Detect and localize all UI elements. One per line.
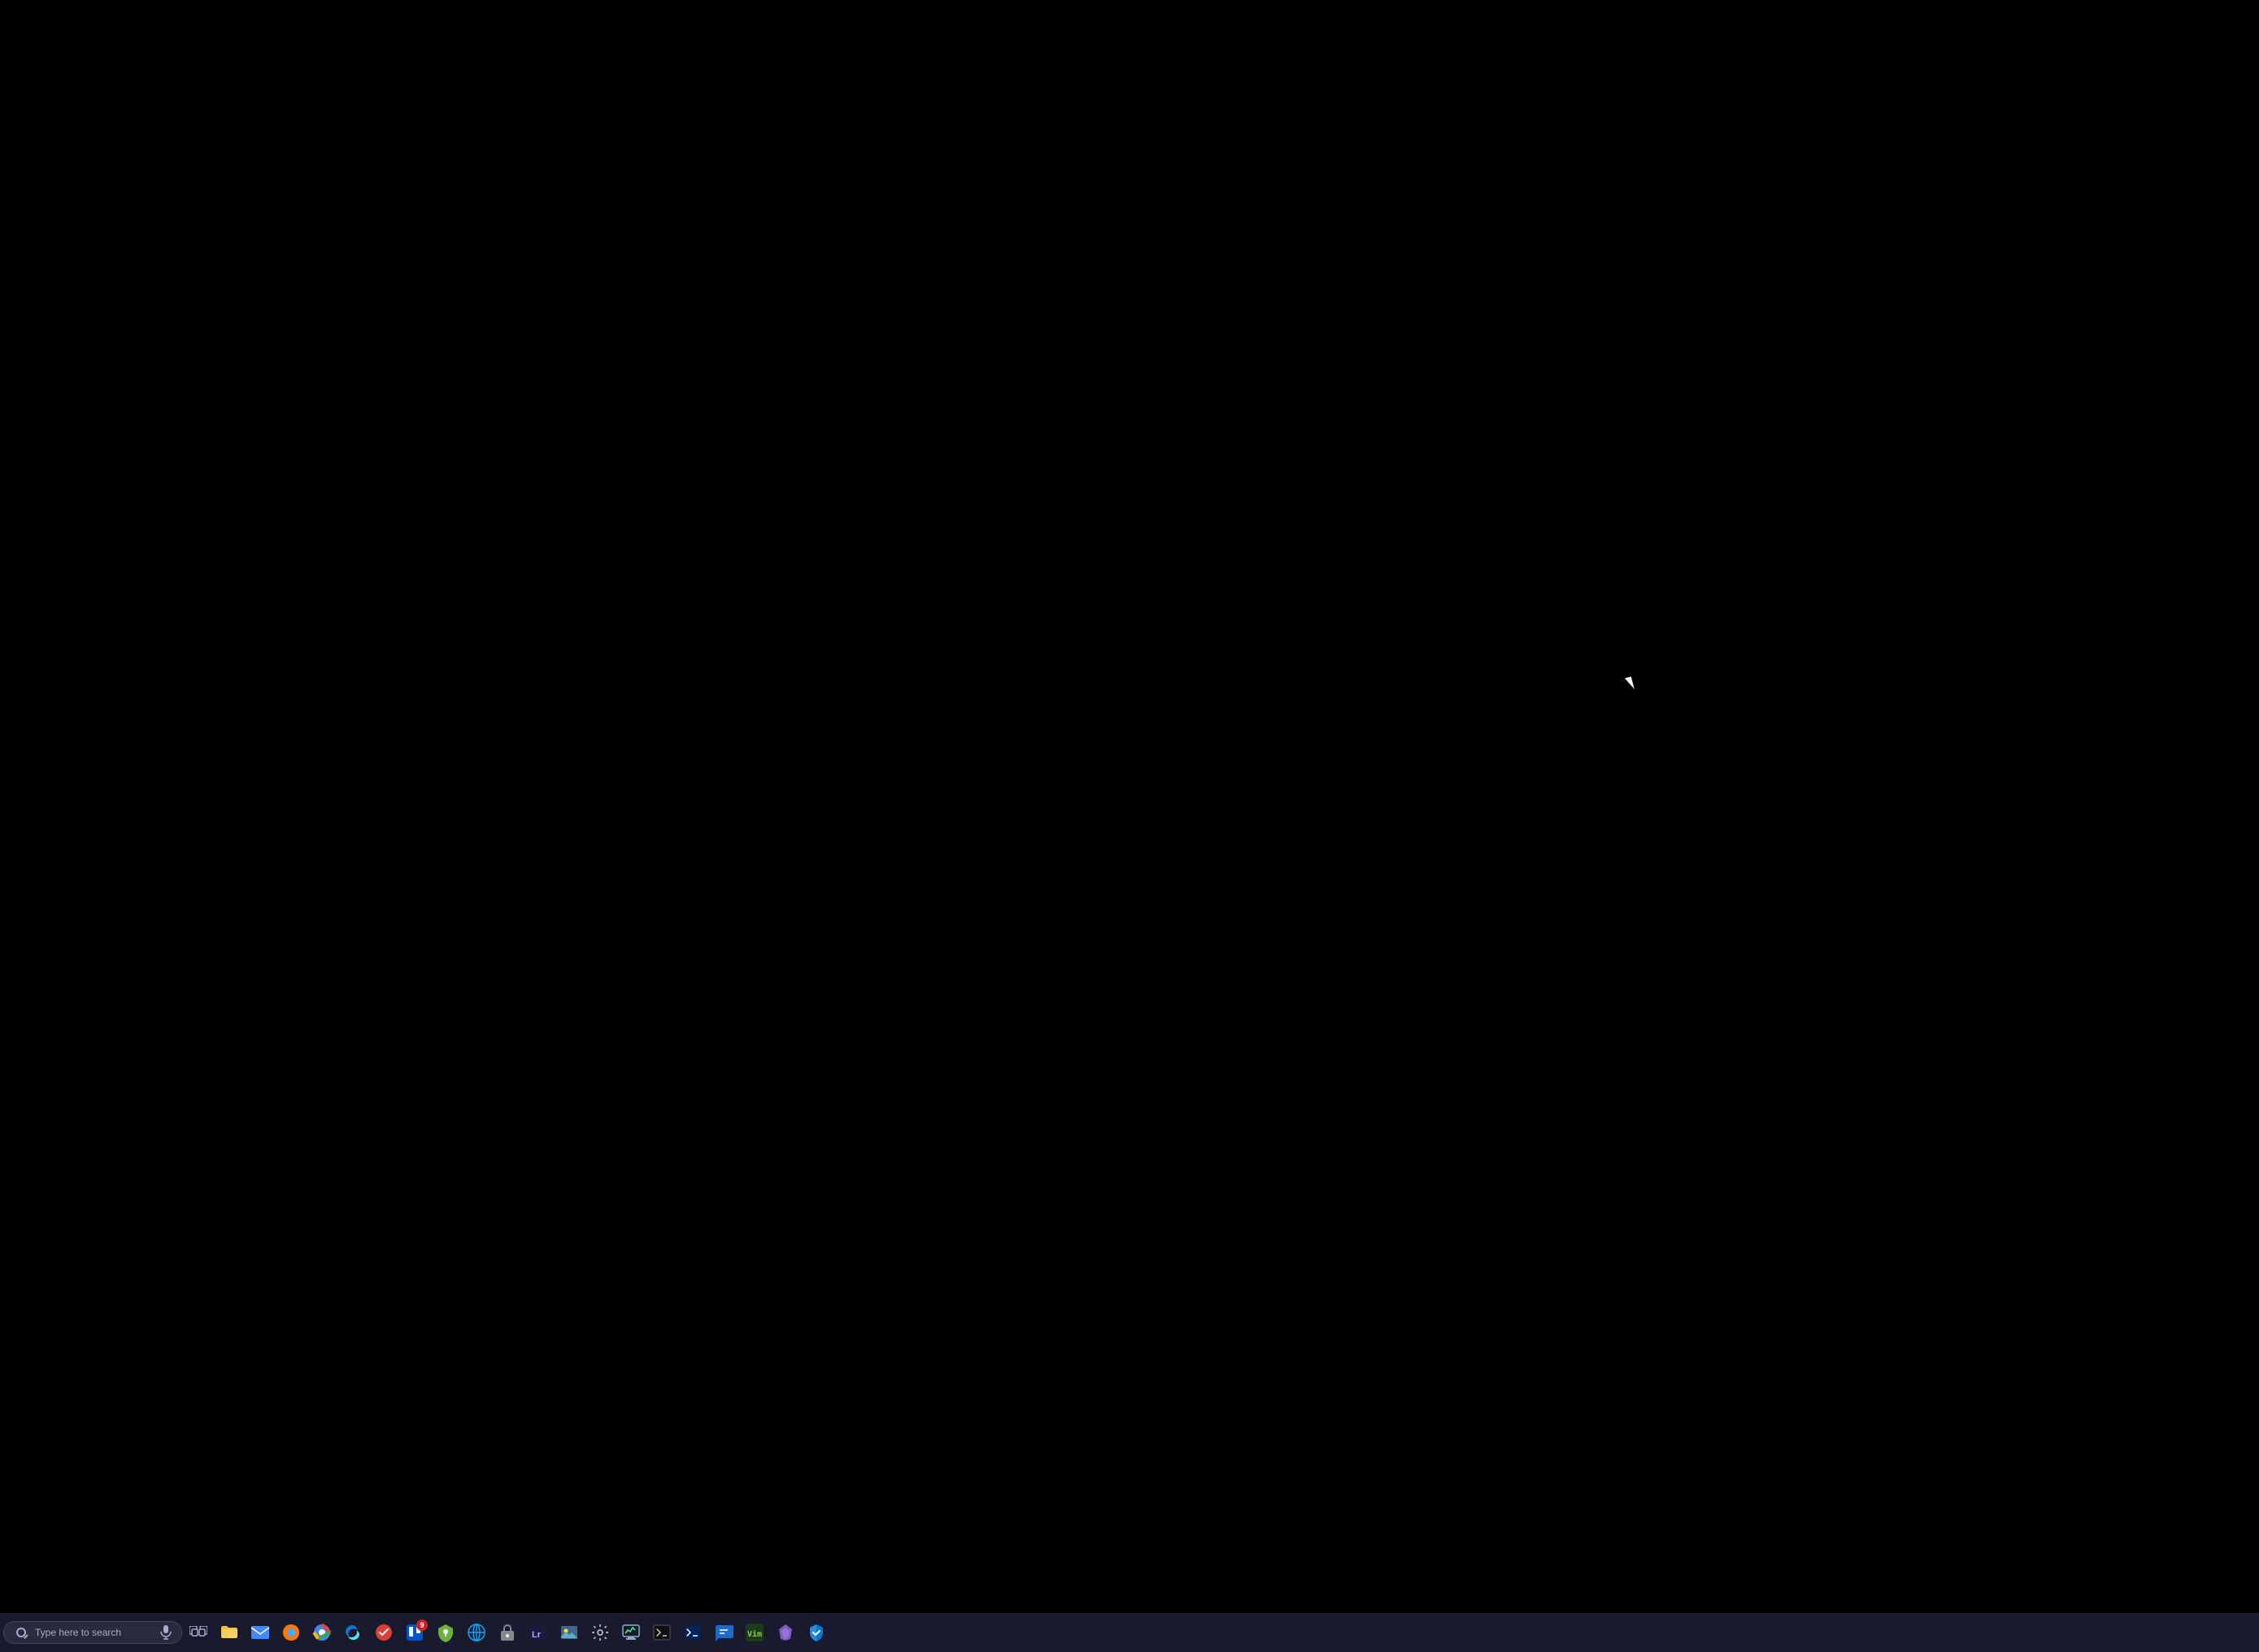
svg-text:Lr: Lr bbox=[532, 1630, 542, 1640]
svg-text:Vim: Vim bbox=[747, 1629, 762, 1639]
taskbar-icon-messages[interactable] bbox=[709, 1618, 738, 1647]
taskbar-icon-firefox[interactable] bbox=[276, 1618, 306, 1647]
taskbar-icon-powershell[interactable] bbox=[678, 1618, 707, 1647]
taskbar: Type here to search bbox=[0, 1613, 2259, 1652]
taskbar-icon-settings[interactable] bbox=[585, 1618, 615, 1647]
taskbar-icon-keeweb[interactable] bbox=[493, 1618, 522, 1647]
search-placeholder: Type here to search bbox=[35, 1627, 154, 1638]
taskbar-icon-keepassxc[interactable] bbox=[431, 1618, 460, 1647]
microphone-icon bbox=[160, 1625, 172, 1640]
taskview-button[interactable] bbox=[184, 1618, 213, 1647]
taskbar-icon-obsidian[interactable] bbox=[771, 1618, 800, 1647]
trello-badge: 9 bbox=[416, 1619, 428, 1631]
taskbar-icon-terminal[interactable] bbox=[647, 1618, 677, 1647]
taskbar-icon-windows-security[interactable] bbox=[802, 1618, 831, 1647]
taskbar-icon-vim[interactable]: Vim bbox=[740, 1618, 769, 1647]
taskbar-icon-trello[interactable]: 9 bbox=[400, 1618, 429, 1647]
search-icon bbox=[14, 1625, 28, 1640]
taskbar-icon-mail[interactable] bbox=[246, 1618, 275, 1647]
taskbar-icon-sysmon[interactable] bbox=[616, 1618, 646, 1647]
search-bar[interactable]: Type here to search bbox=[3, 1621, 182, 1644]
taskbar-icon-todoist[interactable] bbox=[369, 1618, 398, 1647]
taskbar-icon-globe[interactable] bbox=[462, 1618, 491, 1647]
desktop bbox=[0, 0, 2259, 1613]
taskbar-icon-lightroom[interactable]: Lr bbox=[524, 1618, 553, 1647]
taskbar-icon-edge[interactable] bbox=[338, 1618, 368, 1647]
taskbar-icon-chrome[interactable] bbox=[307, 1618, 337, 1647]
taskbar-icon-explorer[interactable] bbox=[215, 1618, 244, 1647]
taskbar-icon-photos[interactable] bbox=[555, 1618, 584, 1647]
